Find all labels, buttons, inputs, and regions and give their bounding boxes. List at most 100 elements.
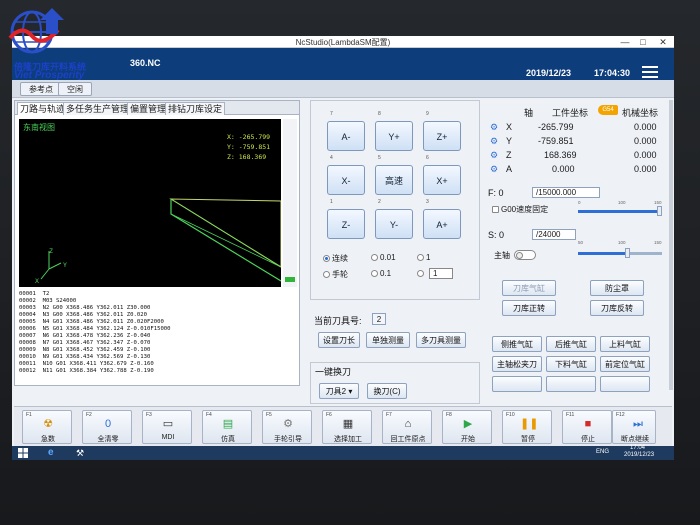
function-key-f1[interactable]: F1 ☢ 急数 [22,410,72,444]
single-measure-button[interactable]: 单独测量 [366,332,410,348]
tab-drill-magazine[interactable]: 排钻刀库设定 [165,102,226,115]
magazine-cylinder-button[interactable]: 刀库气缸 [502,280,556,296]
jog-a-minus-button[interactable]: 7 A- [327,112,365,151]
tool-section: 当前刀具号: 2 设置刀长 单独测量 多刀具测量 [310,306,480,356]
viewport-coord-x: X: -265.799 [227,133,271,141]
spindle-toggle[interactable] [514,250,536,260]
toolpath-viewport[interactable]: 东南视图 X: -265.799 Y: -759.851 Z: 168.369 … [19,119,281,287]
panel-button-extra-3[interactable] [600,376,650,392]
function-key-f10[interactable]: F10 ❚❚ 暂停 [502,410,552,444]
home-icon: ⌂ [404,418,412,430]
mode-continuous-radio[interactable]: 连续 [323,253,348,264]
function-key-number: F1 [26,412,32,418]
gcode-line: 00008 N7 G01 X368.467 Y362.347 Z-0.070 [19,340,151,346]
windows-taskbar: e ⚒ ENG 17:04 2019/12/23 [12,445,674,460]
mdi-icon: ▭ [162,418,174,430]
ie-browser-icon[interactable]: e [48,448,58,458]
simulate-icon: ▤ [222,418,234,430]
function-key-number: F2 [86,412,92,418]
gcode-line: 00010 N9 G01 X368.434 Y362.569 Z-0.130 [19,354,151,360]
function-key-number: F7 [386,412,392,418]
function-key-f12[interactable]: F12 ⏭ 断点继续 [612,410,656,444]
ncstudio-taskbar-icon[interactable]: ⚒ [76,448,86,458]
spindle-clamp-button[interactable]: 主轴松夹刀 [492,356,542,372]
jog-y-plus-button[interactable]: 8 Y+ [375,112,413,151]
idle-status: 空闲 [58,82,92,96]
spindle-tick-50: 50 [578,240,584,245]
panel-button-extra-2[interactable] [546,376,596,392]
function-key-f6[interactable]: F6 ▦ 选择加工 [322,410,372,444]
tab-toolpath[interactable]: 刀路与轨迹 [17,102,69,115]
set-tool-length-button[interactable]: 设置刀长 [318,332,360,348]
function-key-number: F4 [206,412,212,418]
taskbar-date: 2019/12/23 [624,452,655,458]
tool-select-dropdown[interactable]: 刀具2 ▾ [319,383,359,399]
front-positioning-cylinder-button[interactable]: 前定位气缸 [600,356,650,372]
close-button[interactable]: ✕ [654,36,672,48]
panel-button-extra-1[interactable] [492,376,542,392]
brand-name-en: Viet Prosperity [14,70,85,81]
one-key-label: 一键换刀 [315,367,352,377]
function-key-f2[interactable]: F2 0 全清零 [82,410,132,444]
change-tool-button[interactable]: 换刀(C) [367,383,407,399]
tab-multitask[interactable]: 多任务生产管理 [63,102,133,115]
magazine-reverse-button[interactable]: 刀库反转 [590,300,644,316]
step-custom-radio[interactable] [417,269,426,278]
g00-fixed-checkbox[interactable]: G00速度固定 [492,204,548,215]
stop-icon: ■ [584,418,592,430]
function-key-f5[interactable]: F5 ⚙ 手轮引导 [262,410,312,444]
function-key-f11[interactable]: F11 ■ 停止 [562,410,612,444]
right-scrollbar[interactable] [669,100,673,390]
jog-z-minus-button[interactable]: 1 Z- [327,200,365,239]
function-key-label: 手轮引导 [274,436,302,443]
function-key-f8[interactable]: F8 ▶ 开始 [442,410,492,444]
jog-x-plus-button[interactable]: 6 X+ [423,156,461,195]
function-key-bar: F1 ☢ 急数 F2 0 全清零 F3 ▭ MDI F4 ▤ 仿真 F5 ⚙ 手轮引导 F6 ▦ 选择加工 F7 ⌂ 回… [14,406,672,446]
rear-push-cylinder-button[interactable]: 后推气缸 [546,336,596,352]
function-key-f7[interactable]: F7 ⌂ 回工件原点 [382,410,432,444]
spindle-override-slider[interactable] [578,248,662,258]
windows-start-icon[interactable] [18,448,28,458]
jog-x-minus-button[interactable]: 4 X- [327,156,365,195]
spindle-tick-100: 100 [618,240,626,245]
magazine-forward-button[interactable]: 刀库正转 [502,300,556,316]
side-push-cylinder-button[interactable]: 侧推气缸 [492,336,542,352]
handwheel-icon: ⚙ [283,418,293,430]
menu-icon[interactable] [642,66,658,78]
gcode-line: 00009 N8 G01 X368.452 Y362.459 Z-0.100 [19,347,151,353]
multi-tool-measure-button[interactable]: 多刀具测量 [416,332,466,348]
coord-row-z: ⚙ Z 168.369 0.000 [490,150,657,160]
unloading-cylinder-button[interactable]: 下料气缸 [546,356,596,372]
window-title-bar: NcStudio(LambdaSM配置) — □ ✕ [12,36,674,48]
mode-handwheel-radio[interactable]: 手轮 [323,269,348,280]
function-key-number: F6 [326,412,332,418]
step-custom-input[interactable]: 1 [429,268,453,279]
step-1-radio[interactable]: 1 [417,253,430,262]
current-tool-value: 2 [372,313,386,325]
loading-cylinder-button[interactable]: 上料气缸 [600,336,650,352]
ref-point-button[interactable]: 参考点 [20,82,62,96]
feed-override-slider[interactable] [578,206,663,216]
viewport-coord-y: Y: -759.851 [227,143,271,151]
maximize-button[interactable]: □ [634,36,652,48]
minimize-button[interactable]: — [616,36,634,48]
jog-z-plus-button[interactable]: 9 Z+ [423,112,461,151]
select-process-icon: ▦ [342,418,354,430]
gcode-listing[interactable]: 00001 T2 00002 M03 S24000 00003 N2 G00 X36… [19,291,297,383]
taskbar-language[interactable]: ENG [596,449,609,455]
function-key-f4[interactable]: F4 ▤ 仿真 [202,410,252,444]
spindle-tick-150: 150 [654,240,662,245]
jog-high-speed-button[interactable]: 5 高速 [375,156,413,195]
function-key-number: F12 [616,412,625,418]
tab-offset[interactable]: 偏置管理 [127,102,170,115]
jog-a-plus-button[interactable]: 3 A+ [423,200,461,239]
step-001-radio[interactable]: 0.01 [371,253,396,262]
gcode-line: 00001 T2 [19,291,50,297]
function-key-f3[interactable]: F3 ▭ MDI [142,410,192,444]
jog-panel: 7 A- 8 Y+ 9 Z+ 4 X- 5 高速 6 X+ 1 Z- 2 Y- 3 A+ 连续 0… [310,100,480,300]
view-label: 东南视图 [23,123,55,132]
step-01-radio[interactable]: 0.1 [371,269,391,278]
program-name: 360.NC [130,58,161,68]
jog-y-minus-button[interactable]: 2 Y- [375,200,413,239]
dust-cover-button[interactable]: 防尘罩 [590,280,644,296]
